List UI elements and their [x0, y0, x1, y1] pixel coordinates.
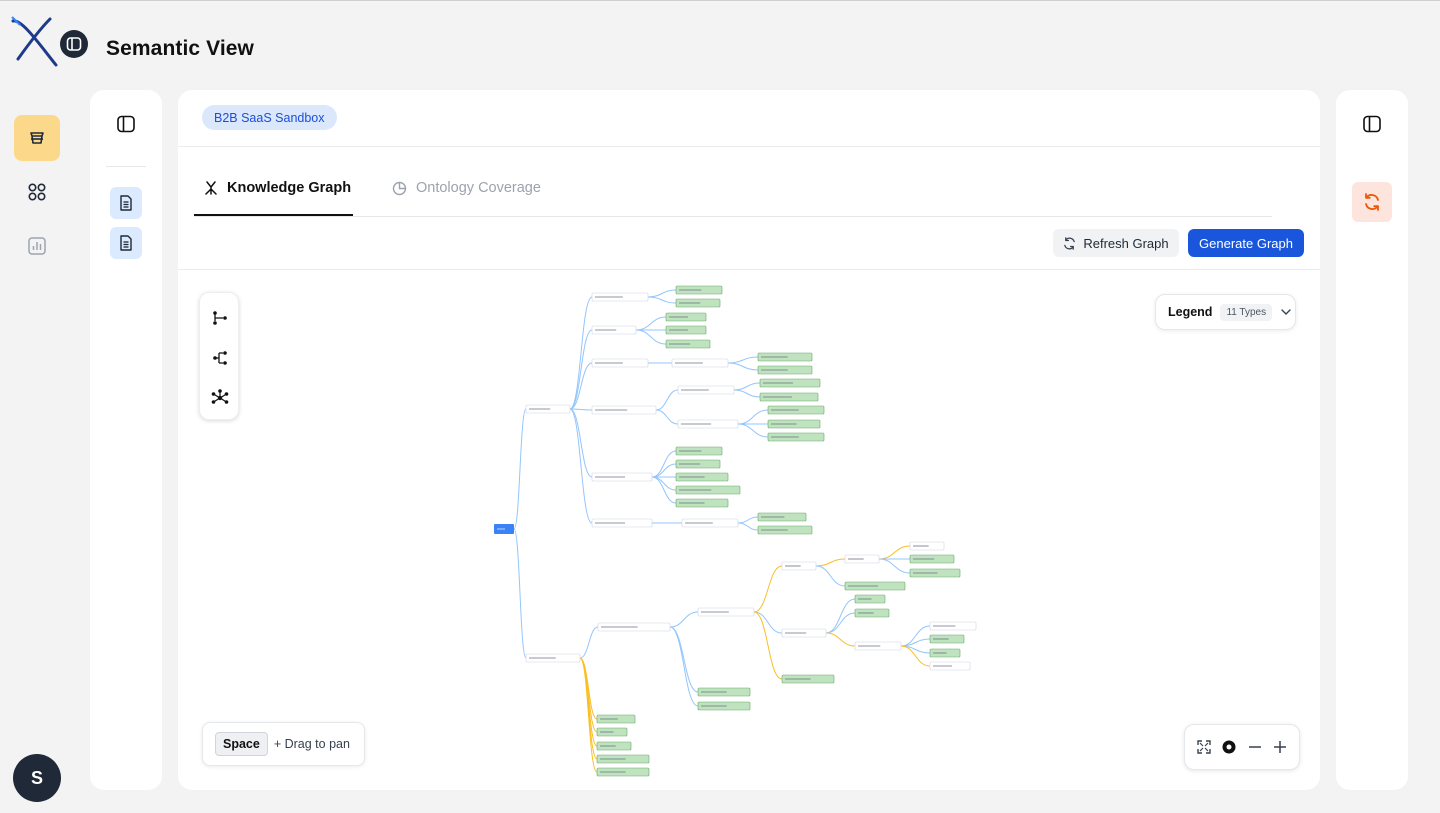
graph-edge — [651, 476, 677, 491]
database-stack-icon — [30, 132, 44, 144]
graph-edge — [878, 545, 911, 560]
document-button[interactable] — [110, 187, 142, 219]
pie-chart-icon — [392, 181, 407, 196]
tabs-underline — [194, 216, 1272, 217]
graph-edge — [737, 423, 769, 438]
graph-edge — [815, 558, 846, 567]
rail-apps-button[interactable] — [14, 169, 60, 215]
legend-title: Legend — [1168, 305, 1213, 319]
graph-edge — [727, 356, 759, 364]
graph-edge — [647, 289, 677, 298]
graph-edge — [727, 362, 759, 371]
graph-edge — [655, 409, 679, 425]
rail-datasets-button[interactable] — [14, 115, 60, 161]
bar-chart-icon — [28, 237, 46, 255]
graph-edge — [513, 408, 527, 530]
graph-edge — [569, 296, 593, 410]
graph-edge — [513, 528, 527, 659]
document-icon — [120, 195, 132, 211]
document-icon — [120, 235, 132, 251]
graph-edge — [733, 382, 761, 391]
main-panel: B2B SaaS Sandbox Knowledge Graph Ontolog… — [178, 90, 1320, 790]
divider — [106, 166, 146, 167]
pan-hint: Space + Drag to pan — [202, 722, 365, 766]
rail-analytics-button[interactable] — [14, 223, 60, 269]
graph-edge — [815, 565, 846, 587]
layout-toolbar — [199, 292, 239, 420]
layout-horizontal-tree-icon[interactable] — [206, 304, 234, 332]
chevron-down-icon — [1281, 309, 1291, 315]
refresh-graph-button[interactable]: Refresh Graph — [1053, 229, 1179, 257]
graph-edge — [753, 611, 783, 634]
layout-radial-icon[interactable] — [206, 384, 234, 412]
zoom-controls — [1184, 724, 1300, 770]
space-key: Space — [215, 732, 268, 756]
graph-edge — [579, 657, 598, 747]
graph-edge — [669, 626, 699, 693]
graph-edge — [753, 565, 783, 613]
legend-dropdown[interactable]: Legend 11 Types — [1155, 294, 1296, 330]
sync-button[interactable] — [1352, 182, 1392, 222]
graph-edge — [878, 558, 911, 574]
zoom-out-icon[interactable] — [1244, 736, 1266, 758]
panel-toggle-icon[interactable] — [1358, 110, 1386, 138]
refresh-graph-label: Refresh Graph — [1083, 235, 1169, 251]
graph-edge — [825, 632, 856, 647]
graph-edge — [669, 626, 699, 707]
tab-ontology-coverage[interactable]: Ontology Coverage — [392, 170, 541, 216]
knowledge-graph-canvas[interactable] — [178, 270, 1320, 790]
graph-edge — [569, 329, 593, 410]
refresh-icon — [1064, 236, 1076, 250]
graph-edge — [579, 626, 599, 659]
panel-toggle-icon[interactable] — [112, 110, 140, 138]
generate-graph-button[interactable]: Generate Graph — [1188, 229, 1304, 257]
graph-edge — [737, 522, 759, 531]
tab-label: Ontology Coverage — [416, 180, 541, 196]
app-title: Semantic View — [106, 37, 254, 60]
tab-knowledge-graph[interactable]: Knowledge Graph — [194, 170, 353, 216]
divider — [178, 146, 1320, 147]
graph-edge — [569, 408, 593, 411]
left-panel — [90, 90, 162, 790]
graph-edge — [737, 516, 759, 524]
app-logo — [10, 15, 62, 69]
graph-edge — [635, 316, 667, 331]
document-button[interactable] — [110, 227, 142, 259]
sync-icon — [1365, 193, 1379, 211]
graph-edge — [651, 463, 677, 478]
right-panel — [1336, 90, 1408, 790]
user-avatar[interactable]: S — [13, 754, 61, 802]
graph-edge — [669, 611, 699, 628]
graph-edge — [825, 598, 856, 634]
graph-edge — [647, 296, 677, 304]
graph-edge — [635, 329, 667, 345]
graph-edge — [737, 409, 769, 425]
layout-vertical-tree-icon[interactable] — [206, 344, 234, 372]
pan-hint-text: + Drag to pan — [273, 737, 350, 751]
sidebar-toggle-icon[interactable] — [60, 30, 88, 58]
grid-icon — [28, 183, 46, 201]
graph-edge — [733, 389, 761, 398]
tab-label: Knowledge Graph — [227, 180, 352, 196]
zoom-in-icon[interactable] — [1269, 736, 1291, 758]
graph-icon — [205, 181, 217, 195]
fit-view-icon[interactable] — [1193, 736, 1215, 758]
graph-edge — [569, 408, 593, 524]
graph-edge — [655, 389, 679, 411]
recenter-icon[interactable] — [1218, 736, 1240, 758]
project-badge[interactable]: B2B SaaS Sandbox — [202, 105, 337, 130]
legend-type-count: 11 Types — [1220, 303, 1273, 321]
